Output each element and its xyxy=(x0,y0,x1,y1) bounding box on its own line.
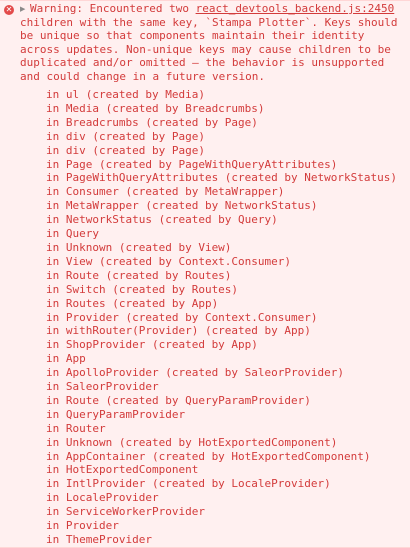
stack-frame: in AppContainer (created by HotExportedC… xyxy=(46,449,371,463)
stack-frame: in Query xyxy=(46,227,99,241)
stack-frame: in div (created by Page) xyxy=(46,143,205,157)
stack-frame: in HotExportedComponent xyxy=(46,463,199,477)
stack-frame: in Unknown (created by HotExportedCompon… xyxy=(46,435,338,449)
stack-frame: in LocaleProvider xyxy=(46,491,159,505)
stack-frame: in ul (created by Media) xyxy=(46,88,205,101)
stack-frame: in View (created by Context.Consumer) xyxy=(46,254,292,268)
stack-frame: in Router xyxy=(46,421,106,435)
error-x-icon: ✕ xyxy=(4,5,14,15)
stack-frame: in SaleorProvider xyxy=(46,380,159,394)
stack-frame: in withRouter(Provider) (created by App) xyxy=(46,324,311,338)
stack-frame: in Media (created by Breadcrumbs) xyxy=(46,101,265,115)
stack-frame: in Page (created by PageWithQueryAttribu… xyxy=(46,157,338,171)
stack-frame: in div (created by Page) xyxy=(46,129,205,143)
stack-frame: in IntlProvider (created by LocaleProvid… xyxy=(46,477,331,491)
stack-frame: in NetworkStatus (created by Query) xyxy=(46,213,278,227)
stack-frame: in Routes (created by App) xyxy=(46,296,219,310)
component-stack: in ul (created by Media) in Media (creat… xyxy=(20,88,397,547)
stack-frame: in App xyxy=(46,352,86,366)
stack-frame: in Consumer (created by MetaWrapper) xyxy=(46,185,285,199)
stack-frame: in Route (created by QueryParamProvider) xyxy=(46,393,311,407)
stack-frame: in ThemeProvider xyxy=(46,533,152,546)
error-message-body: children with the same key, `Stampa Plot… xyxy=(20,15,405,83)
stack-frame: in ServiceWorkerProvider xyxy=(46,505,205,519)
stack-frame: in ShopProvider (created by App) xyxy=(46,338,258,352)
stack-frame: in Route (created by Routes) xyxy=(46,268,232,282)
stack-frame: in PageWithQueryAttributes (created by N… xyxy=(46,171,397,185)
error-message-prefix: Warning: Encountered two xyxy=(30,2,196,15)
console-panel: ✕ ▶ Warning: Encountered two react_devto… xyxy=(0,0,410,548)
source-link[interactable]: react_devtools_backend.js:2450 xyxy=(196,2,395,15)
stack-frame: in Breadcrumbs (created by Page) xyxy=(46,115,258,129)
stack-frame: in Unknown (created by View) xyxy=(46,240,232,254)
stack-frame: in ApolloProvider (created by SaleorProv… xyxy=(46,366,345,380)
console-error-entry: ✕ ▶ Warning: Encountered two react_devto… xyxy=(0,1,410,548)
stack-frame: in MetaWrapper (created by NetworkStatus… xyxy=(46,199,318,213)
stack-frame: in Provider (created by Context.Consumer… xyxy=(46,310,318,324)
stack-frame: in QueryParamProvider xyxy=(46,407,186,421)
stack-frame: in Provider xyxy=(46,519,119,533)
stack-frame: in Switch (created by Routes) xyxy=(46,282,239,296)
error-message: Warning: Encountered two react_devtools_… xyxy=(20,2,408,84)
